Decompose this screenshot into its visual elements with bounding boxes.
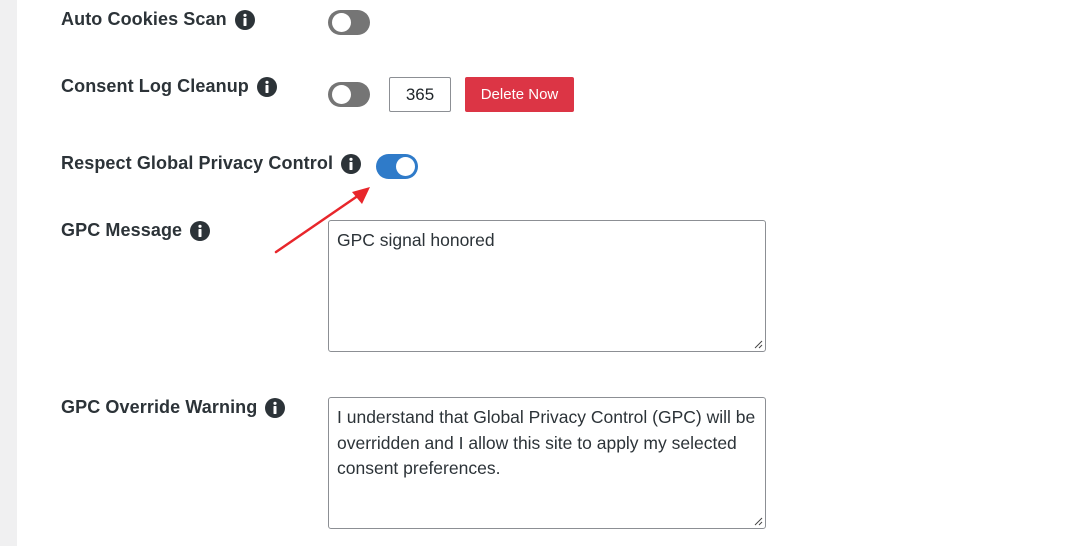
cleanup-days-input[interactable] — [389, 77, 451, 112]
info-icon[interactable] — [190, 220, 211, 241]
consent-log-cleanup-label-row: Consent Log Cleanup — [61, 76, 277, 97]
auto-cookies-scan-toggle[interactable] — [328, 10, 370, 35]
gpc-override-warning-textarea[interactable]: I understand that Global Privacy Control… — [328, 397, 766, 529]
auto-cookies-scan-label-row: Auto Cookies Scan — [61, 9, 255, 30]
resize-handle-icon[interactable] — [753, 516, 763, 526]
gpc-message-textarea[interactable]: GPC signal honored — [328, 220, 766, 352]
delete-now-button[interactable]: Delete Now — [465, 77, 574, 112]
admin-sidebar-edge — [0, 0, 17, 546]
resize-handle-icon[interactable] — [753, 339, 763, 349]
gpc-override-warning-label: GPC Override Warning — [61, 397, 258, 417]
gpc-message-label: GPC Message — [61, 220, 183, 240]
consent-log-cleanup-toggle[interactable] — [328, 82, 370, 107]
respect-gpc-label: Respect Global Privacy Control — [61, 153, 334, 173]
toggle-knob — [396, 157, 415, 176]
toggle-knob — [332, 13, 351, 32]
info-icon[interactable] — [234, 9, 255, 30]
info-icon[interactable] — [256, 76, 277, 97]
toggle-knob — [332, 85, 351, 104]
consent-log-cleanup-label: Consent Log Cleanup — [61, 76, 249, 96]
info-icon[interactable] — [341, 153, 362, 174]
info-icon[interactable] — [265, 397, 286, 418]
gpc-message-text: GPC signal honored — [337, 230, 495, 250]
gpc-message-label-row: GPC Message — [61, 220, 211, 241]
arrow-head — [352, 187, 370, 204]
settings-page: Auto Cookies Scan Consent Log Cleanup De… — [0, 0, 1081, 546]
auto-cookies-scan-label: Auto Cookies Scan — [61, 9, 227, 29]
gpc-override-warning-label-row: GPC Override Warning — [61, 397, 286, 418]
respect-gpc-label-row: Respect Global Privacy Control — [61, 153, 362, 174]
respect-gpc-toggle[interactable] — [376, 154, 418, 179]
gpc-override-warning-text: I understand that Global Privacy Control… — [337, 407, 756, 478]
